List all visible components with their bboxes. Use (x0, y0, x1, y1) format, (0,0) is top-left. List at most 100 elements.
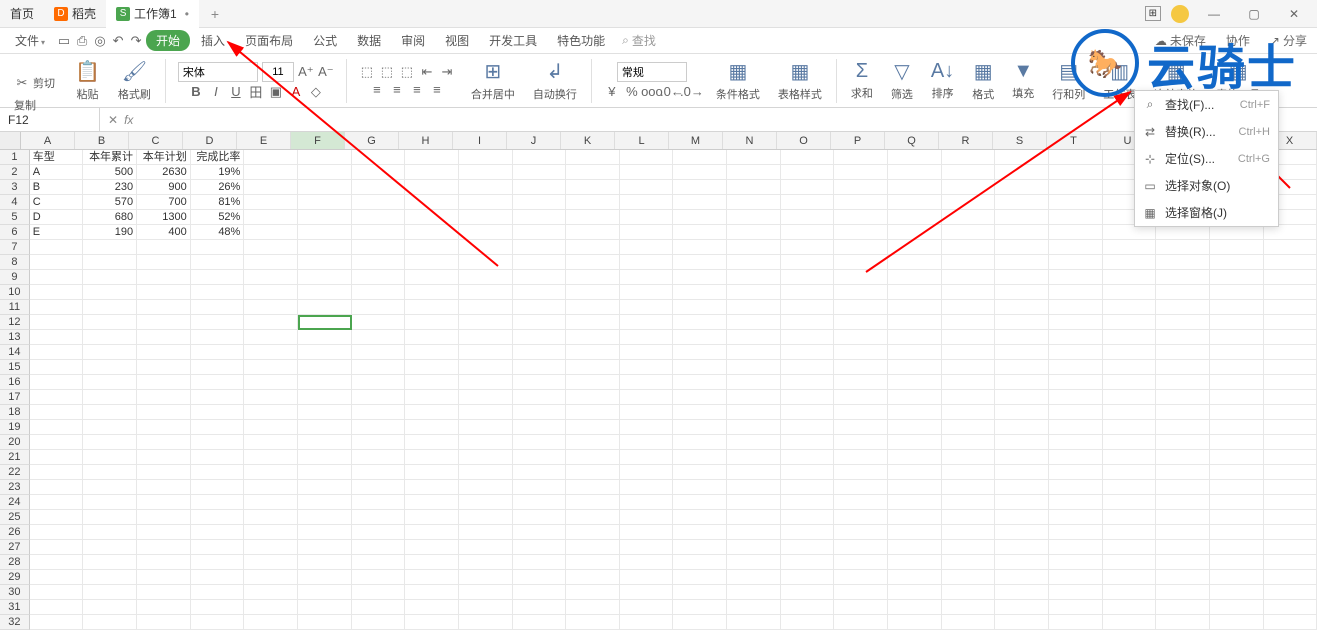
cell[interactable] (1049, 165, 1103, 180)
cell[interactable] (405, 360, 459, 375)
cell[interactable] (1049, 330, 1103, 345)
cell[interactable] (244, 585, 298, 600)
cell[interactable] (405, 465, 459, 480)
cell[interactable] (191, 360, 245, 375)
cell[interactable] (727, 300, 781, 315)
cell[interactable] (1103, 345, 1157, 360)
font-family-input[interactable] (178, 62, 258, 82)
cell[interactable] (620, 240, 674, 255)
cell[interactable] (405, 240, 459, 255)
cell[interactable] (405, 570, 459, 585)
cell[interactable] (727, 315, 781, 330)
cell[interactable] (1156, 570, 1210, 585)
column-header-D[interactable]: D (183, 132, 237, 149)
cell[interactable] (459, 495, 513, 510)
close-button[interactable]: ✕ (1279, 7, 1309, 21)
cell[interactable]: A (30, 165, 84, 180)
row-header[interactable]: 23 (0, 480, 30, 495)
cell[interactable] (834, 270, 888, 285)
cell[interactable] (191, 585, 245, 600)
cell[interactable] (459, 390, 513, 405)
cell[interactable] (566, 195, 620, 210)
cell[interactable] (888, 180, 942, 195)
cell[interactable] (83, 315, 137, 330)
cell[interactable] (727, 615, 781, 630)
cell[interactable] (513, 270, 567, 285)
cell[interactable] (298, 585, 352, 600)
cell[interactable] (673, 285, 727, 300)
cell[interactable] (352, 285, 406, 300)
cell[interactable] (942, 360, 996, 375)
cell-reference-input[interactable]: F12 (0, 108, 100, 132)
cell[interactable] (1210, 285, 1264, 300)
cell[interactable] (1156, 240, 1210, 255)
cell[interactable] (298, 510, 352, 525)
row-header[interactable]: 31 (0, 600, 30, 615)
cell[interactable] (352, 330, 406, 345)
cell[interactable] (513, 210, 567, 225)
cell[interactable] (1210, 525, 1264, 540)
row-header[interactable]: 20 (0, 435, 30, 450)
undo-icon[interactable]: ↶ (110, 33, 126, 49)
cell[interactable] (298, 195, 352, 210)
cell[interactable] (298, 450, 352, 465)
cell[interactable] (244, 540, 298, 555)
cell[interactable] (673, 525, 727, 540)
cell[interactable] (1156, 450, 1210, 465)
cell[interactable] (244, 435, 298, 450)
menu-data[interactable]: 数据 (348, 29, 390, 52)
cell[interactable] (298, 150, 352, 165)
cell[interactable] (1103, 375, 1157, 390)
cell[interactable] (1264, 345, 1317, 360)
cell[interactable]: 车型 (30, 150, 84, 165)
row-header[interactable]: 5 (0, 210, 30, 225)
cell[interactable] (620, 150, 674, 165)
cell[interactable] (244, 240, 298, 255)
cell[interactable] (137, 450, 191, 465)
cell[interactable] (673, 450, 727, 465)
cell[interactable] (566, 300, 620, 315)
cell[interactable] (995, 225, 1049, 240)
column-header-H[interactable]: H (399, 132, 453, 149)
cell[interactable] (513, 360, 567, 375)
cell[interactable] (995, 180, 1049, 195)
cell[interactable] (673, 180, 727, 195)
cell[interactable] (566, 570, 620, 585)
cell[interactable] (459, 465, 513, 480)
cell[interactable] (30, 450, 84, 465)
cell[interactable] (620, 540, 674, 555)
cell[interactable] (781, 495, 835, 510)
cell[interactable] (83, 540, 137, 555)
cell[interactable] (405, 600, 459, 615)
column-header-N[interactable]: N (723, 132, 777, 149)
cell[interactable] (1049, 255, 1103, 270)
cell[interactable] (1264, 330, 1317, 345)
cell[interactable] (781, 255, 835, 270)
cell[interactable] (30, 540, 84, 555)
cell[interactable] (620, 375, 674, 390)
cell[interactable] (83, 255, 137, 270)
cell[interactable] (1264, 540, 1317, 555)
cell[interactable] (459, 375, 513, 390)
cell[interactable] (673, 390, 727, 405)
cell[interactable] (1103, 555, 1157, 570)
cell[interactable] (1210, 615, 1264, 630)
decimal-increase-icon[interactable]: .0← (664, 84, 680, 100)
cell[interactable] (781, 585, 835, 600)
align-top-icon[interactable]: ⬚ (359, 64, 375, 80)
cell[interactable] (566, 495, 620, 510)
cell[interactable] (781, 555, 835, 570)
cell[interactable] (352, 525, 406, 540)
cell[interactable] (405, 255, 459, 270)
cell[interactable] (244, 570, 298, 585)
cell[interactable] (30, 495, 84, 510)
cell[interactable] (352, 600, 406, 615)
cell[interactable] (352, 225, 406, 240)
cell[interactable] (1103, 390, 1157, 405)
cell[interactable] (513, 525, 567, 540)
cell[interactable] (352, 270, 406, 285)
cell[interactable] (405, 435, 459, 450)
cell[interactable] (1103, 285, 1157, 300)
cell[interactable] (888, 435, 942, 450)
cell[interactable] (83, 615, 137, 630)
